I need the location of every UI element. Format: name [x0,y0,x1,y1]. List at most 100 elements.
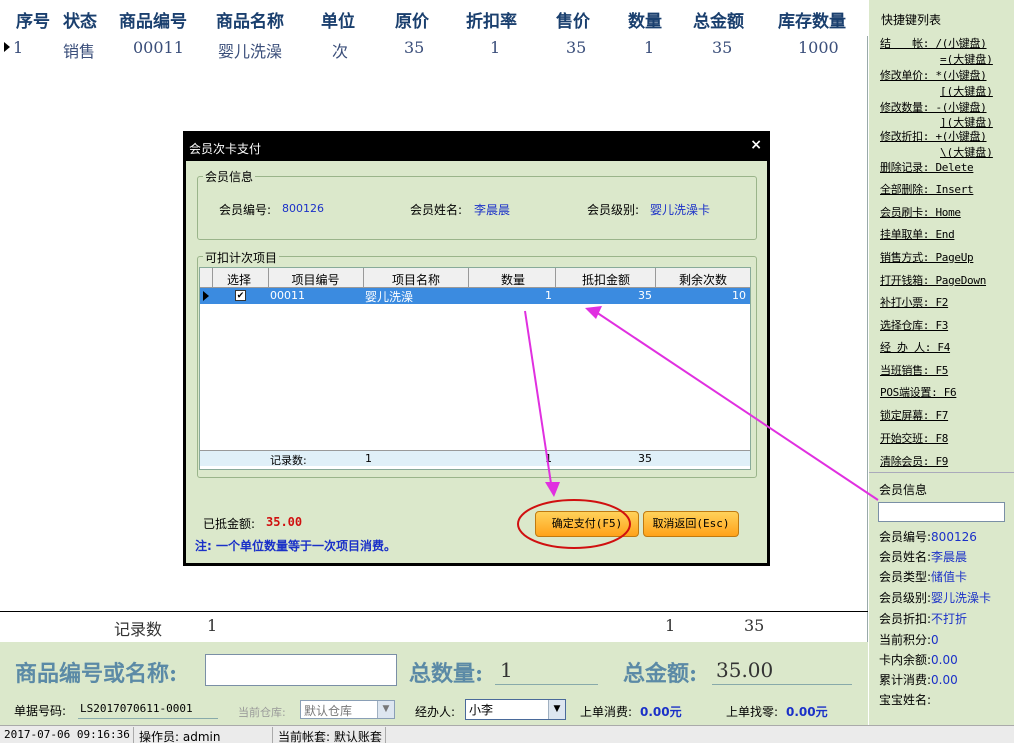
last-consume-value: 0.00元 [640,705,682,719]
dialog-member-level-label: 会员级别: [587,203,640,217]
row-pointer-icon [203,291,209,301]
panel-divider [869,472,1014,473]
grid-footer-label: 记录数: [270,454,307,467]
member-balance-label: 卡内余额: [879,653,932,667]
record-amount-total: 35 [744,616,765,635]
cell-status: 销售 [63,42,96,61]
last-consume-label: 上单消费: [580,705,633,719]
item-amount: 35 [638,289,652,302]
shortcut-warehouse[interactable]: 选择仓库: F3 [880,317,948,333]
shortcut-clear-member[interactable]: 清除会员: F9 [880,453,948,469]
grid-divider [212,268,213,288]
cell-code: 00011 [133,38,184,57]
member-field: 宝宝姓名: [879,691,931,708]
items-group-label: 可扣计次项目 [203,249,280,266]
member-points-label: 当前积分: [879,633,932,647]
product-search-input[interactable] [205,654,397,686]
col-qty: 数量 [628,12,662,32]
cell-name: 婴儿洗澡 [218,42,283,61]
shortcut-shift-handover[interactable]: 开始交班: F8 [880,430,948,446]
col-code: 商品编号 [119,12,187,32]
shortcut-edit-discount[interactable]: 修改折扣: +(小键盘) [880,128,987,144]
operator-value: 小李 [469,703,494,717]
grid-col-amount: 抵扣金额 [581,273,630,287]
member-field: 当前积分:0 [879,631,939,648]
member-field: 会员姓名:李晨晨 [879,548,967,565]
grid-col-qty: 数量 [500,273,525,287]
cancel-button[interactable]: 取消返回(Esc) [643,511,739,537]
record-qty-total: 1 [665,616,676,635]
grid-col-name: 项目名称 [391,273,440,287]
shortcut-edit-price-alt: [(大键盘) [940,85,993,98]
item-code: 00011 [270,289,305,302]
close-icon[interactable]: × [750,137,762,153]
shortcut-member-card[interactable]: 会员刷卡: Home [880,204,961,220]
member-info-group-label: 会员信息 [203,168,256,185]
col-name: 商品名称 [216,12,284,32]
shortcut-sale-mode[interactable]: 销售方式: PageUp [880,249,974,265]
right-panel: 快捷键列表 结 帐: /(小键盘) =(大键盘) 修改单价: *(小键盘) [(… [869,0,1014,725]
total-amount-value: 35.00 [716,658,774,682]
shortcut-pos-settings[interactable]: POS端设置: F6 [880,384,957,400]
grid-footer-qty: 1 [545,452,552,465]
dialog-member-no-label: 会员编号: [219,203,272,217]
member-field: 卡内余额:0.00 [879,651,958,668]
cell-stock: 1000 [798,38,839,57]
shortcut-operator[interactable]: 经 办 人: F4 [880,339,950,355]
cell-price: 35 [566,38,587,57]
total-amount-label: 总金额: [623,661,698,687]
doc-no-value: LS2017070611-0001 [80,702,193,715]
member-name-value: 李晨晨 [931,550,968,564]
operator-select[interactable]: 小李 ▼ [465,699,566,720]
member-level-label: 会员级别: [879,591,932,605]
member-discount-value: 不打折 [931,612,968,626]
shortcut-cash-drawer[interactable]: 打开钱箱: PageDown [880,272,986,288]
member-no-value: 800126 [931,530,977,544]
items-grid-row[interactable]: ✔ 00011 婴儿洗澡 1 35 10 [200,288,750,304]
cell-no: 1 [13,38,24,57]
member-field: 会员级别:婴儿洗澡卡 [879,589,991,606]
member-level-value: 婴儿洗澡卡 [931,591,992,605]
shortcut-delete-all[interactable]: 全部删除: Insert [880,181,974,197]
member-card-input[interactable] [878,502,1005,522]
cell-qty: 1 [644,38,655,57]
member-panel-title: 会员信息 [879,483,928,497]
confirm-pay-button[interactable]: 确定支付(F5) [535,511,639,537]
deducted-amount-label: 已抵金额: [203,517,256,531]
member-name-label: 会员姓名: [879,550,932,564]
shortcut-delete[interactable]: 删除记录: Delete [880,159,974,175]
item-remain: 10 [732,289,746,302]
shortcut-checkout[interactable]: 结 帐: /(小键盘) [880,35,987,51]
shortcut-hold-order[interactable]: 挂单取单: End [880,226,955,242]
status-operator: 操作员: admin [139,730,221,744]
grid-divider [555,268,556,288]
member-points-value: 0 [931,633,939,647]
member-total-consume-label: 累计消费: [879,673,932,687]
cell-orig: 35 [404,38,425,57]
member-balance-value: 0.00 [931,653,958,667]
sales-table-row[interactable]: 1 销售 00011 婴儿洗澡 次 35 1 35 1 35 1000 [0,36,868,61]
grid-divider [468,268,469,288]
status-divider [272,727,273,743]
cell-total: 35 [712,38,733,57]
warehouse-select[interactable]: 默认仓库 ▼ [300,700,395,719]
shortcut-checkout-alt: =(大键盘) [940,53,993,66]
item-select-checkbox[interactable]: ✔ [235,290,246,301]
dialog-member-name-label: 会员姓名: [410,203,463,217]
shortcut-shift-sales[interactable]: 当班销售: F5 [880,362,948,378]
member-type-value: 储值卡 [931,570,968,584]
shortcut-lock-screen[interactable]: 锁定屏幕: F7 [880,407,948,423]
dialog-member-no-value: 800126 [282,202,324,215]
warehouse-label: 当前仓库: [238,706,286,719]
col-stock: 库存数量 [778,12,846,32]
member-discount-label: 会员折扣: [879,612,932,626]
member-field: 累计消费:0.00 [879,671,958,688]
item-qty[interactable]: 1 [470,289,552,302]
col-discount: 折扣率 [466,12,517,32]
shortcut-reprint[interactable]: 补打小票: F2 [880,294,948,310]
shortcut-edit-qty[interactable]: 修改数量: -(小键盘) [880,99,987,115]
shortcut-edit-price[interactable]: 修改单价: *(小键盘) [880,67,987,83]
grid-footer-count: 1 [365,452,372,465]
member-field: 会员编号:800126 [879,528,977,545]
chevron-down-icon: ▼ [377,701,394,718]
